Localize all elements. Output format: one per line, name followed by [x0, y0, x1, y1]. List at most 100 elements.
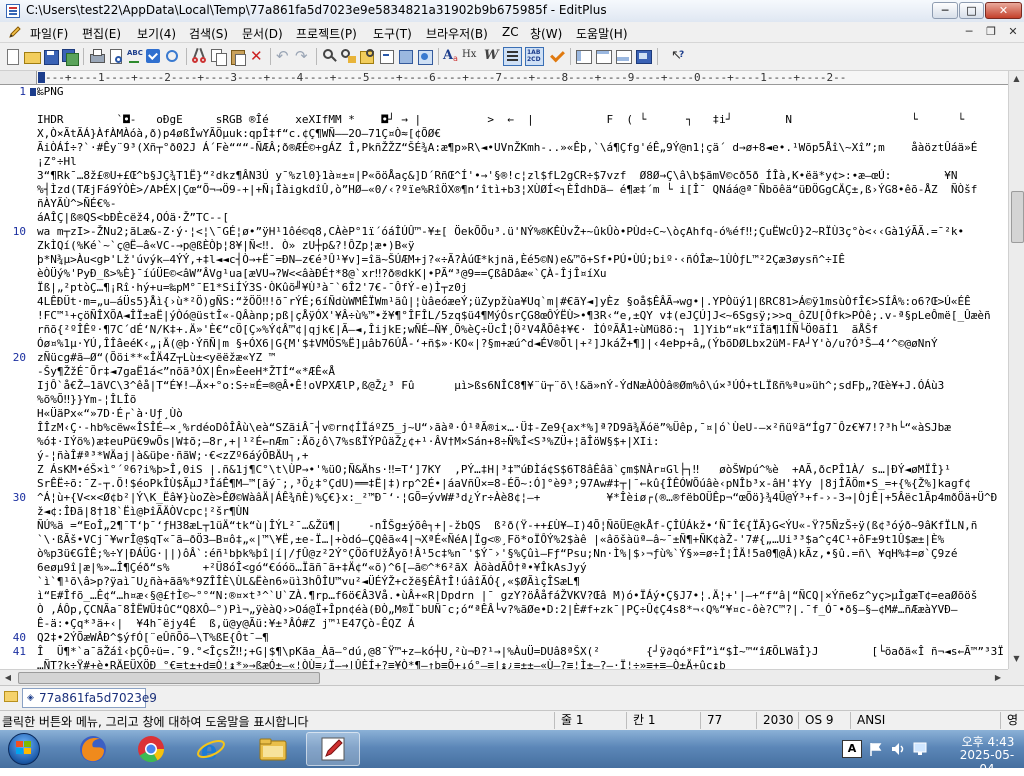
- folder-icon[interactable]: [4, 691, 18, 702]
- text-line[interactable]: ÎÎzM‹Ç·-hb%cëw«ÎSÎÉ—×¸%rdéoDôÎÂù\eà“SZãi…: [37, 421, 951, 435]
- status-encoding[interactable]: ANSI: [850, 712, 1000, 729]
- menu-view[interactable]: 보기(4): [137, 25, 176, 42]
- spell-check-icon[interactable]: ABC: [125, 47, 144, 66]
- delete-icon[interactable]: ✕: [247, 47, 266, 66]
- clock-date[interactable]: 2025-05-04: [954, 748, 1020, 776]
- text-line[interactable]: %┤Ìzd(TÆjFá9ÝÒÈ>/AÞÉX|Çœ“Õ¬→Ö9-+|+Ñ¡Îàig…: [37, 183, 977, 197]
- menu-document[interactable]: 문서(D): [242, 25, 283, 42]
- hex-view-icon[interactable]: Hx: [461, 47, 480, 66]
- new-file-icon[interactable]: [3, 47, 22, 66]
- action-center-flag-icon[interactable]: [868, 741, 884, 757]
- cut-icon[interactable]: [190, 47, 209, 66]
- text-line[interactable]: %ó‡·IÝö%)æ‡euPü€9wÕs|W‡õ;—8r‚+|¹²É←nÆm¯:…: [37, 435, 660, 449]
- text-line[interactable]: …ÑT?k÷Ÿ#+è•RÄEÜXÖÐ °€≡t±+d≡Ò¦↨*»→ßæÓ±—«¦…: [37, 659, 726, 669]
- scroll-down-arrow-icon[interactable]: ▼: [1009, 651, 1024, 667]
- line-number-toggle-icon[interactable]: [503, 47, 522, 66]
- menu-browser[interactable]: 브라우저(B): [426, 25, 488, 42]
- start-button[interactable]: [4, 731, 44, 767]
- text-line[interactable]: ò%p3ü€GÎÊ;%÷Y|ÐÁÜG·||)ôÂ`:éñ¹bþk%þî|í|/ƒ…: [37, 547, 958, 561]
- text-line[interactable]: ¡Z°÷Hl: [37, 155, 77, 169]
- menu-window[interactable]: 창(W): [530, 25, 562, 42]
- text-line[interactable]: ý-¦ñàÎ#ª³*WÄaj|à&üþe·ñãW;·€<zZº6áýÕBÄU┐,…: [37, 449, 309, 463]
- taskbar-firefox[interactable]: [66, 732, 120, 766]
- text-line[interactable]: ^Á¦ù+{V<×<Ø¢b²|Ý\K_Ëâ¥}ùoZè>ÊØ©WàâÄ|ÁÊ¾ñ…: [37, 491, 997, 505]
- document-tab[interactable]: ◈ 77a861fa5d7023e9: [22, 688, 157, 708]
- scroll-up-arrow-icon[interactable]: ▲: [1009, 71, 1024, 87]
- text-line[interactable]: þ*N¾µ>Àu<gÞ'Lž'úvýk—4ÝÝ,+‡l◄◄c┤Ò→+Ë¯=ÐN—…: [37, 253, 845, 267]
- text-line[interactable]: 6eøµ9î|æ|%»…Î¶Çéð“s% +²Ü8óÎ<gó“€óóö…Ïãñ¯…: [37, 561, 587, 575]
- text-line[interactable]: `\·ßÃš•VCj¯¥wrÎ@$qT«¯ã—ðÖ3—B¤ô‡„«|™\¥Ë,±…: [37, 533, 944, 547]
- check-icon[interactable]: [144, 47, 163, 66]
- horizontal-scroll-thumb[interactable]: [18, 672, 320, 684]
- text-line[interactable]: èÒÜý%'PyÐ_ß>%È}¯íúÜE©<âW”ÂVg¹ua[æVU→?W<<…: [37, 267, 607, 281]
- status-line[interactable]: 줄 1: [554, 712, 626, 729]
- network-icon[interactable]: [912, 741, 928, 757]
- text-line[interactable]: IHDR `◘- oÐgE sRGB ®Îé xeXIfMM * ◘┘ → | …: [37, 113, 964, 127]
- title-bar[interactable]: C:\Users\test22\AppData\Local\Temp\77a86…: [0, 0, 1024, 23]
- text-line[interactable]: 3“¶Rk¯…8ž£®U+£Œ^b§JÇ¾T1Ë}“²dkz¶ÂN3Ú y¯%z…: [37, 169, 958, 183]
- taskbar-editplus[interactable]: [306, 732, 360, 766]
- text-line[interactable]: wa m┬zI>-ŽNu2;ãLæ&-Z·ý·¦<¦\¯GÉ¦ø•”ÿH¹1ôé…: [37, 225, 964, 239]
- text-line[interactable]: SrÊË÷õ:¯Z-┬.Õ!$éoPkÎÙ$ÃµJ³ÎáÊ¶M—™[ãý¯;,³…: [37, 477, 971, 491]
- paste-icon[interactable]: [228, 47, 247, 66]
- menu-zc[interactable]: ZC: [502, 25, 519, 39]
- editor-pane[interactable]: 1 10 20 30 40 41 ‰PNG IHDR `◘- oÐgE sRGB ®Îé x…: [0, 85, 1008, 669]
- text-line[interactable]: `ì`¶¹õ\â>p?ÿaì¯U¿ñà+ãã%*9ZÎÎÈ\ÙL&Ëèn6»üì…: [37, 575, 580, 589]
- menu-file[interactable]: 파일(F): [30, 25, 68, 42]
- minimize-button[interactable]: ─: [932, 2, 958, 19]
- text-line[interactable]: áAÎÇ|ß®QS<bÐÈcëž4,OÓä·Ž”TC--[: [37, 211, 229, 225]
- taskbar-file-explorer[interactable]: [246, 732, 300, 766]
- text-line[interactable]: %õ%Õ‼}}Ym-¦ÎLÎõ: [37, 393, 136, 407]
- fullscreen-icon[interactable]: [634, 47, 653, 66]
- find-icon[interactable]: [320, 47, 339, 66]
- directory-window-icon[interactable]: [594, 47, 613, 66]
- text-line[interactable]: 4LÊÐÜt·m=„u—áÜs5}Åì{›ù*²Ö)gÑS:“žÖÖ‼!õ¯rÝ…: [37, 295, 971, 309]
- volume-icon[interactable]: [890, 741, 906, 757]
- replace-icon[interactable]: [339, 47, 358, 66]
- taskbar-internet-explorer[interactable]: e: [184, 732, 238, 766]
- font-icon[interactable]: A a: [441, 47, 460, 66]
- mdi-minimize-button[interactable]: ─: [960, 25, 978, 39]
- print-preview-icon[interactable]: [106, 47, 125, 66]
- cliptext-window-icon[interactable]: [574, 47, 593, 66]
- close-button[interactable]: ✕: [985, 2, 1022, 19]
- help-pointer-icon[interactable]: ↖ ?: [668, 47, 687, 66]
- undo-icon[interactable]: ↶: [274, 47, 293, 66]
- text-line[interactable]: Q2‡•2ÝÕæWÂÐ^$ýfÓ[¨eÛñÕõ—\T%ßE{Ôt¯—¶: [37, 631, 269, 645]
- mdi-restore-button[interactable]: ❐: [982, 25, 1000, 39]
- find-in-files-icon[interactable]: [358, 47, 377, 66]
- menu-help[interactable]: 도움말(H): [576, 25, 628, 42]
- text-line[interactable]: ÑÚ%ä =“EoÎ„2¶¯T‘þ¯‘ƒH38æL┬1üÄ“tk“ù|ÎÝL²¯…: [37, 519, 977, 533]
- text-line[interactable]: Z ÁsKM•éŠ×ì°´º6?i%þ>Î,0iS |.ñ&1j¶C°\t\ÙP…: [37, 463, 951, 477]
- text-line[interactable]: Ê-ä:•Çq*³ä+‹| ¥4h¯ëjy4É ß,ü@y@Ãü:¥±³ÂÓ#Z…: [37, 617, 415, 631]
- spell-check-toggle-icon[interactable]: [547, 47, 566, 66]
- save-icon[interactable]: [41, 47, 60, 66]
- text-line[interactable]: Ïß|„²ptòÇ…¶¡Rî·hý+u=‰pM°¯E1*SiÍÝ3S·ÒKûõ╝…: [37, 281, 467, 295]
- text-line[interactable]: !FC™¹+çöÑÎXÕA◄ÎÏ±aË|ýÒó@üstÎ«-QÂànp;pß|ç…: [37, 309, 991, 323]
- text-line[interactable]: ÃiÒÁÍ÷?`·#Êy¨9³(Xñ┬°ð02J Á´Fè“““-ÑÆÂ;ð®Æ…: [37, 141, 977, 155]
- copy-icon[interactable]: [209, 47, 228, 66]
- editplus-app-icon[interactable]: [6, 4, 20, 18]
- vertical-scroll-thumb[interactable]: [1011, 191, 1024, 243]
- save-all-icon[interactable]: [60, 47, 79, 66]
- menu-search[interactable]: 검색(S): [189, 25, 228, 42]
- document-refresh-icon[interactable]: [163, 47, 182, 66]
- horizontal-scrollbar[interactable]: ◀ ▶: [0, 669, 1008, 685]
- maximize-button[interactable]: □: [959, 2, 984, 19]
- vertical-scrollbar[interactable]: ▲ ▼: [1008, 71, 1024, 669]
- word-wrap-icon[interactable]: W: [481, 47, 500, 66]
- ruler-toggle-icon[interactable]: 1AB 2CD: [525, 47, 544, 66]
- mdi-close-button[interactable]: ✕: [1004, 25, 1022, 39]
- text-line[interactable]: X,Ò×ÃtÃÁ}ÀfÀMÀóà,ð)p4øßÎwYÃÖµuk:qpÎ‡f“c.…: [37, 127, 441, 141]
- taskbar-chrome[interactable]: [124, 732, 178, 766]
- text-line[interactable]: zÑücg#ã—Ø“(Õöi**«ÎÄ4Z┬Lù±<yëëžæ«YZ ™: [37, 351, 275, 365]
- column-ruler[interactable]: ---+----1----+----2----+----3----+----4-…: [37, 71, 1008, 85]
- menu-tools[interactable]: 도구(T): [373, 25, 412, 42]
- text-line[interactable]: Î Ü¶*`a¯ãŽáî‹þÇÕ÷ü=.¯9.°<ÎçsŽ‼;+G|$¶\pKã…: [37, 645, 1004, 659]
- status-column[interactable]: 칸 1: [626, 712, 700, 729]
- open-folder-icon[interactable]: [22, 47, 41, 66]
- output-window-icon[interactable]: [614, 47, 633, 66]
- text-line[interactable]: H«ÜäPx«“»7D·É┌`à·Uƒ¸Ùò: [37, 407, 183, 421]
- menu-project[interactable]: 프로젝트(P): [296, 25, 357, 42]
- print-icon[interactable]: [87, 47, 106, 66]
